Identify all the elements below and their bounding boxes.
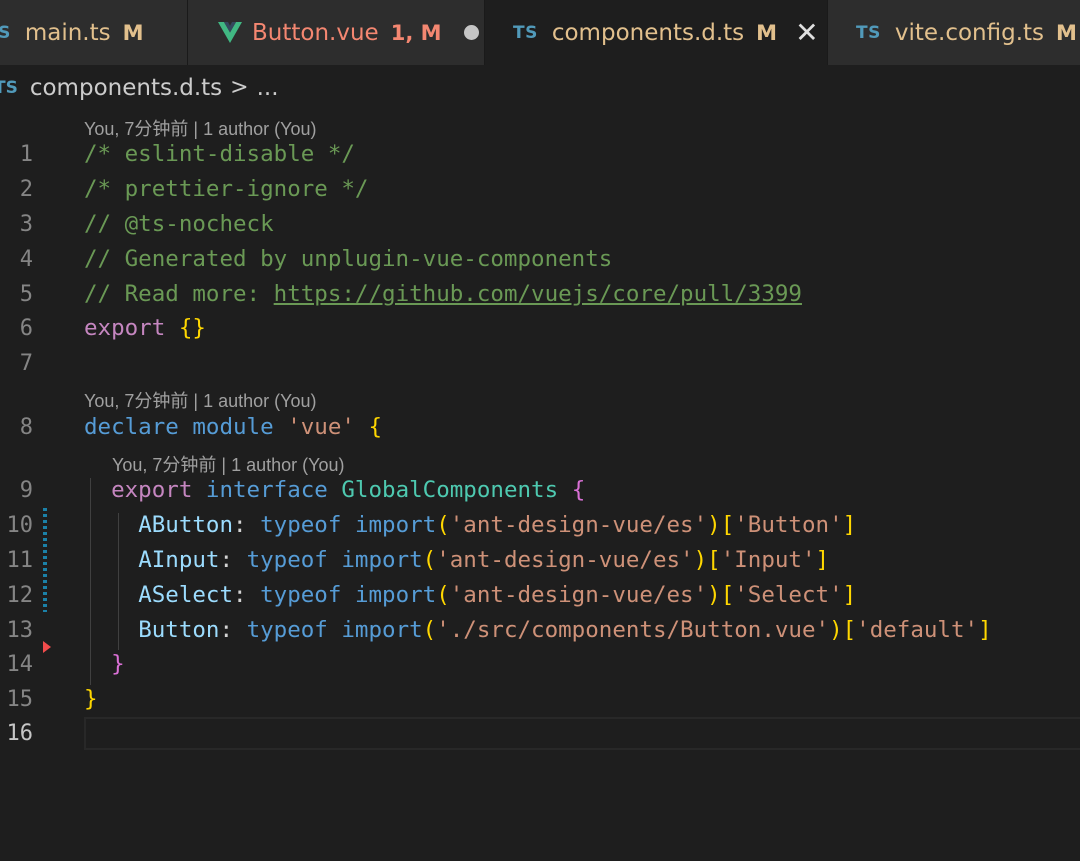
- code-line[interactable]: // Generated by unplugin-vue-components: [84, 246, 612, 272]
- editor-tab-bar: TS main.ts M Button.vue 1, M TS componen…: [0, 0, 1080, 65]
- code-line[interactable]: /* eslint-disable */: [84, 141, 355, 167]
- tab-label: Button.vue: [252, 19, 379, 46]
- keyword: module: [192, 414, 274, 440]
- code-line[interactable]: export {}: [84, 315, 206, 341]
- line-number[interactable]: 9: [0, 478, 33, 503]
- unsaved-dot-icon[interactable]: [463, 25, 479, 40]
- ts-file-icon: TS: [0, 22, 11, 43]
- code-line[interactable]: /* prettier-ignore */: [84, 176, 368, 202]
- code-line[interactable]: }: [84, 686, 98, 712]
- git-blame-codelens[interactable]: You, 7分钟前 | 1 author (You): [84, 115, 316, 141]
- keyword: export: [111, 477, 193, 503]
- line-number[interactable]: 15: [0, 687, 34, 712]
- git-deleted-marker-icon[interactable]: [43, 641, 51, 653]
- git-blame-codelens[interactable]: You, 7分钟前 | 1 author (You): [84, 387, 316, 413]
- git-blame-codelens[interactable]: You, 7分钟前 | 1 author (You): [112, 451, 344, 477]
- comment: // Read more:: [84, 281, 274, 307]
- ts-file-icon: TS: [856, 22, 881, 43]
- line-number[interactable]: 4: [0, 247, 33, 272]
- keyword: import: [341, 617, 423, 643]
- keyword: declare: [84, 414, 179, 440]
- code-line[interactable]: ASelect: typeof import('ant-design-vue/e…: [84, 582, 856, 608]
- line-number[interactable]: 11: [0, 548, 34, 573]
- tab-main-ts[interactable]: TS main.ts M: [0, 0, 188, 65]
- string: 'default': [856, 617, 979, 643]
- breadcrumb-file[interactable]: components.d.ts: [30, 75, 222, 101]
- tab-label: vite.config.ts: [894, 19, 1045, 46]
- breadcrumb: TS components.d.ts > ...: [0, 65, 1080, 110]
- property: Button: [138, 617, 220, 643]
- string: 'ant-design-vue/es': [449, 512, 708, 538]
- modified-badge: M: [756, 20, 778, 45]
- keyword: typeof: [246, 617, 328, 643]
- line-number[interactable]: 5: [0, 282, 33, 307]
- code-line[interactable]: Button: typeof import('./src/components/…: [84, 617, 991, 643]
- code-line[interactable]: }: [84, 651, 125, 677]
- string: 'Button': [734, 512, 843, 538]
- line-number[interactable]: 10: [0, 513, 34, 538]
- code-line[interactable]: export interface GlobalComponents {: [84, 477, 585, 503]
- modified-badge: M: [1056, 20, 1077, 45]
- comment: /* eslint-disable */: [84, 141, 355, 167]
- code-line[interactable]: // Read more: https://github.com/vuejs/c…: [84, 281, 802, 307]
- bracket: {: [571, 477, 586, 503]
- tab-vite-config-ts[interactable]: TS vite.config.ts M: [828, 0, 1080, 65]
- code-line[interactable]: declare module 'vue' {: [84, 414, 382, 440]
- git-modified-gutter[interactable]: [43, 508, 47, 612]
- property: ASelect: [138, 582, 234, 608]
- bracket: {}: [178, 315, 206, 341]
- string: 'vue': [287, 414, 355, 440]
- keyword: typeof: [260, 582, 342, 608]
- property: AButton: [138, 512, 234, 538]
- line-number[interactable]: 2: [0, 177, 33, 202]
- line-number[interactable]: 1: [0, 142, 33, 167]
- string: 'Input': [720, 547, 816, 573]
- error-count-badge: 1, M: [390, 20, 442, 45]
- string: './src/components/Button.vue': [436, 617, 830, 643]
- comment: // @ts-nocheck: [84, 211, 274, 237]
- bracket: }: [111, 651, 125, 677]
- tab-label: main.ts: [24, 19, 111, 46]
- code-editor[interactable]: You, 7分钟前 | 1 author (You) You, 7分钟前 | 1…: [0, 110, 1080, 861]
- type-name: GlobalComponents: [341, 477, 559, 503]
- line-number[interactable]: 14: [0, 652, 34, 677]
- ts-file-icon: TS: [513, 22, 538, 43]
- ts-file-icon: TS: [0, 77, 18, 98]
- string: 'ant-design-vue/es': [436, 547, 694, 573]
- line-number-current[interactable]: 16: [0, 721, 34, 746]
- line-number[interactable]: 6: [0, 316, 33, 341]
- comment: /* prettier-ignore */: [84, 176, 369, 202]
- keyword: import: [354, 512, 437, 538]
- tab-label: components.d.ts: [551, 19, 745, 46]
- string: 'Select': [734, 582, 843, 608]
- keyword: import: [354, 582, 437, 608]
- bracket: {: [368, 414, 383, 440]
- comment: // Generated by unplugin-vue-components: [84, 246, 613, 272]
- keyword: export: [84, 315, 166, 341]
- code-line[interactable]: // @ts-nocheck: [84, 211, 274, 237]
- line-number[interactable]: 8: [0, 415, 33, 440]
- line-number[interactable]: 13: [0, 618, 34, 643]
- line-number[interactable]: 7: [0, 351, 33, 376]
- vue-file-icon: [218, 22, 242, 43]
- modified-badge: M: [122, 20, 144, 45]
- string: 'ant-design-vue/es': [449, 582, 708, 608]
- breadcrumb-symbols[interactable]: ...: [257, 75, 279, 101]
- tab-components-d-ts[interactable]: TS components.d.ts M ✕: [485, 0, 828, 65]
- keyword: import: [341, 547, 423, 573]
- chevron-right-icon: >: [230, 75, 249, 100]
- close-icon[interactable]: ✕: [795, 18, 818, 47]
- keyword: typeof: [246, 547, 328, 573]
- tab-button-vue[interactable]: Button.vue 1, M: [188, 0, 485, 65]
- property: AInput: [138, 547, 220, 573]
- bracket: }: [84, 686, 98, 712]
- code-line[interactable]: AButton: typeof import('ant-design-vue/e…: [84, 512, 856, 538]
- line-number[interactable]: 12: [0, 583, 34, 608]
- comment-link[interactable]: https://github.com/vuejs/core/pull/3399: [274, 281, 802, 307]
- keyword: interface: [205, 477, 328, 503]
- keyword: typeof: [260, 512, 342, 538]
- code-line[interactable]: AInput: typeof import('ant-design-vue/es…: [84, 547, 829, 573]
- current-line-highlight: [84, 717, 1080, 750]
- line-number[interactable]: 3: [0, 212, 33, 237]
